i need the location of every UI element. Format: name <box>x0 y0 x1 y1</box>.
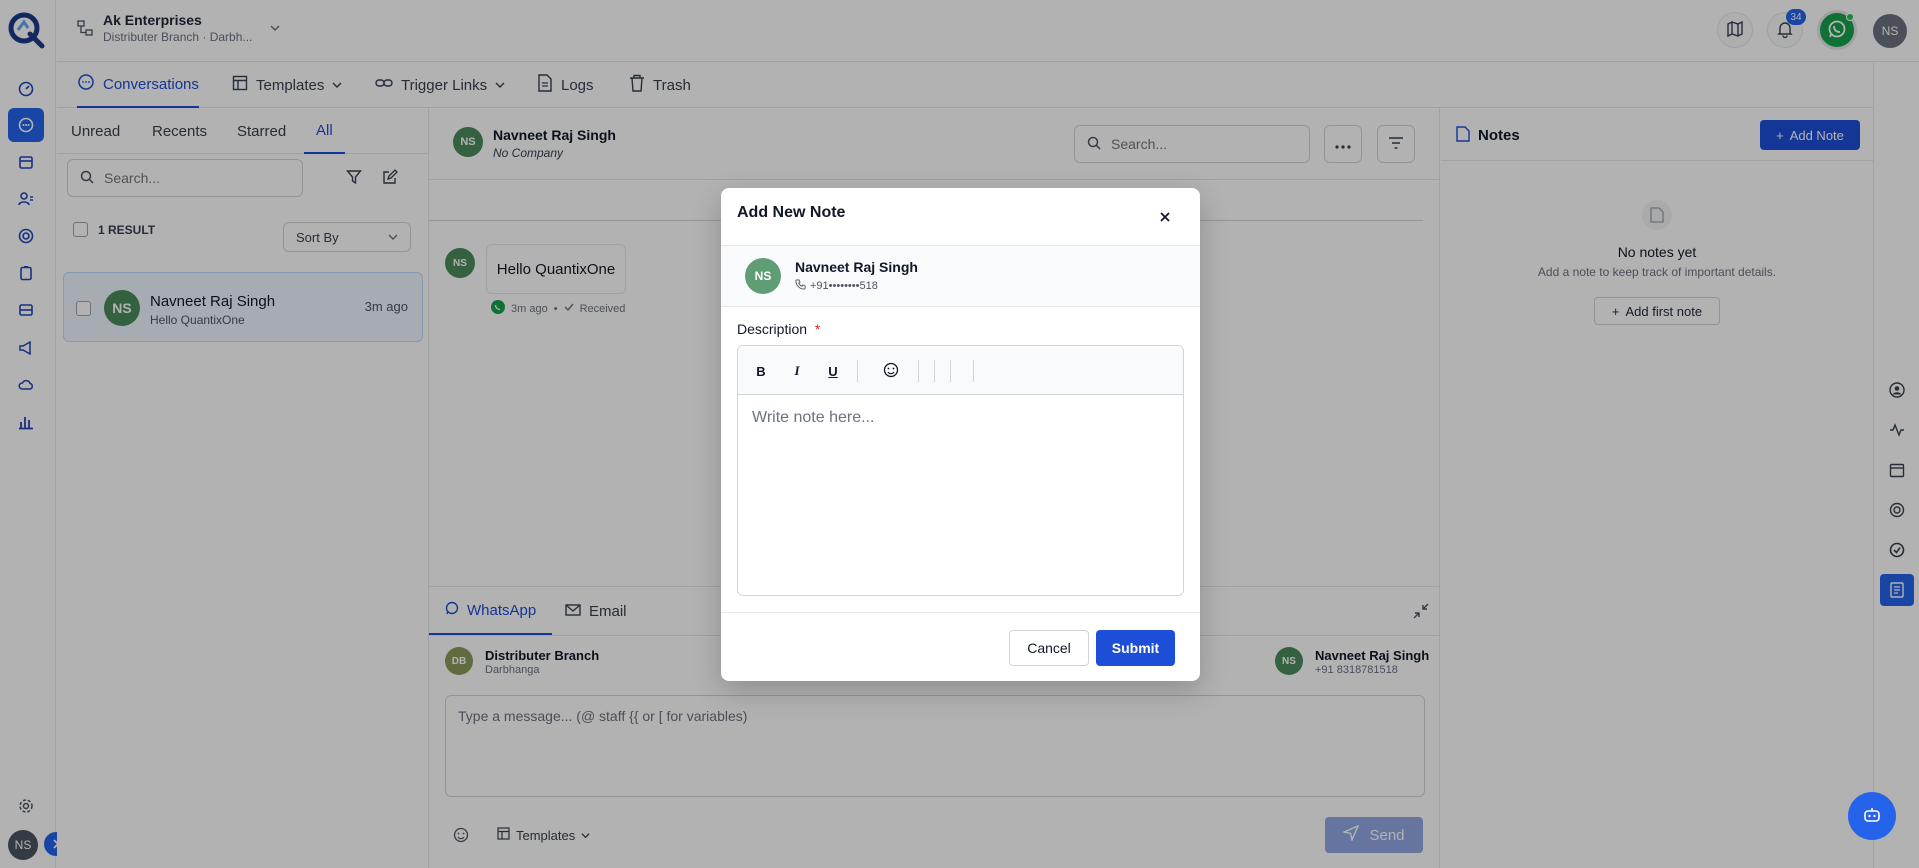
cancel-button[interactable]: Cancel <box>1009 630 1089 666</box>
close-icon <box>1159 211 1171 226</box>
modal-footer: Cancel Submit <box>721 612 1200 681</box>
modal-contact-name: Navneet Raj Singh <box>795 259 918 275</box>
emoji-icon <box>883 362 899 381</box>
description-label-text: Description <box>737 321 808 337</box>
emoji-button[interactable] <box>878 358 904 384</box>
note-editor: B I U <box>737 345 1184 596</box>
submit-button[interactable]: Submit <box>1096 630 1175 666</box>
description-label: Description * <box>737 321 820 337</box>
bold-button[interactable]: B <box>748 358 774 384</box>
toolbar-separator <box>918 360 919 382</box>
avatar-initials: NS <box>754 269 772 283</box>
editor-toolbar: B I U <box>738 346 1183 395</box>
toolbar-separator <box>934 360 935 382</box>
phone-icon <box>795 279 806 293</box>
close-button[interactable] <box>1151 204 1179 232</box>
toolbar-separator <box>950 360 951 382</box>
bot-icon <box>1863 806 1881 827</box>
note-text-area[interactable] <box>738 395 1183 595</box>
toolbar-separator <box>857 360 858 382</box>
modal-contact-card: NS Navneet Raj Singh +91••••••••518 <box>721 246 1200 307</box>
modal-header: Add New Note <box>721 188 1200 246</box>
modal-contact-phone: +91••••••••518 <box>810 280 878 292</box>
assistant-bot-button[interactable] <box>1848 792 1896 840</box>
modal-title: Add New Note <box>737 204 846 221</box>
avatar: NS <box>745 258 781 294</box>
modal-contact-phone-row: +91••••••••518 <box>795 279 878 293</box>
italic-button[interactable]: I <box>784 358 810 384</box>
underline-button[interactable]: U <box>820 358 846 384</box>
toolbar-separator <box>973 360 974 382</box>
required-marker: * <box>814 321 821 337</box>
add-note-modal: Add New Note NS Navneet Raj Singh +91•••… <box>721 188 1200 681</box>
